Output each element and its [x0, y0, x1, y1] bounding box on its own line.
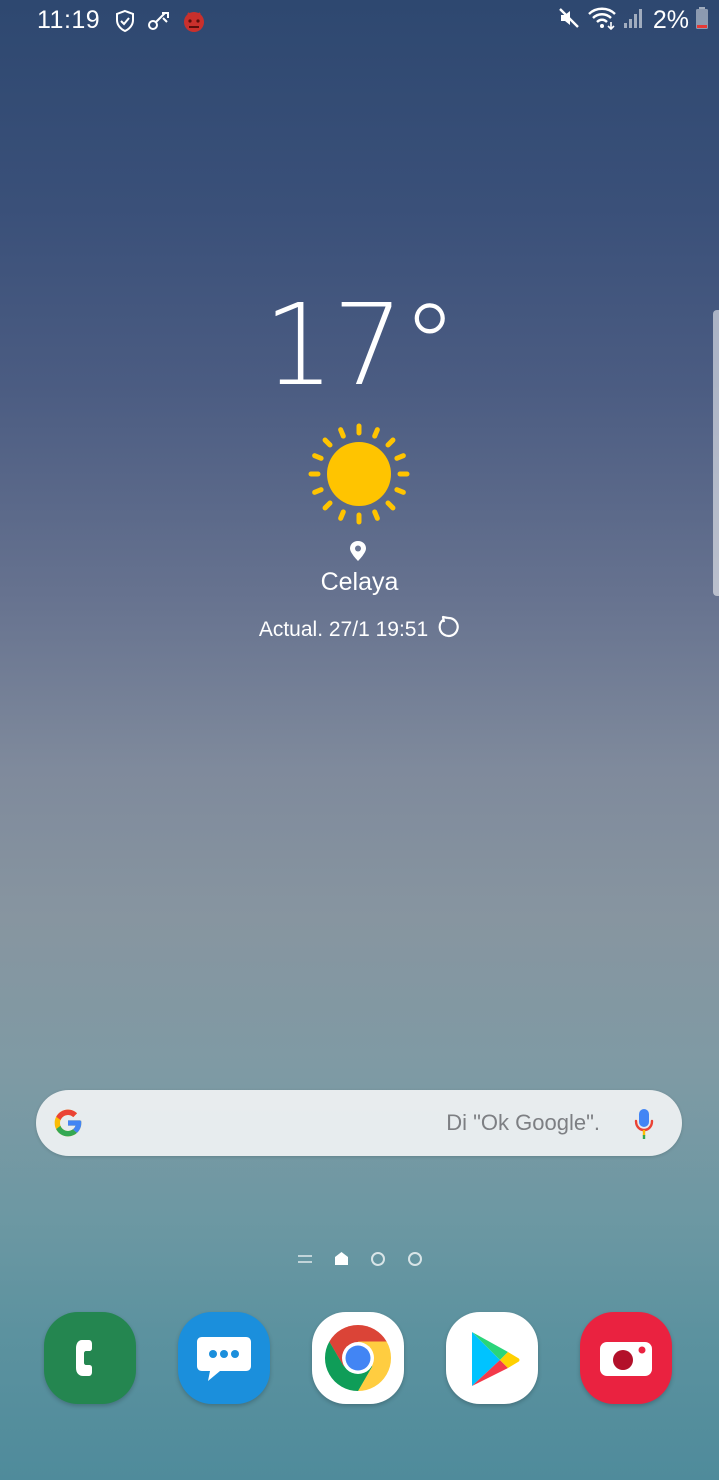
status-notification-icons — [114, 9, 206, 38]
microphone-icon[interactable] — [633, 1108, 655, 1140]
page-indicator-lines-icon[interactable] — [298, 1253, 312, 1265]
sun-ray — [372, 509, 380, 521]
sun-ray — [322, 437, 333, 448]
signal-icon — [623, 7, 643, 34]
sun-ray — [394, 453, 406, 461]
sun-ray — [338, 509, 346, 521]
edge-panel-handle[interactable] — [713, 310, 719, 596]
play-store-app-icon[interactable] — [446, 1312, 538, 1404]
sun-ray — [322, 500, 333, 511]
sun-ray — [312, 487, 324, 495]
wifi-icon — [587, 6, 617, 35]
page-indicator-home-icon[interactable] — [334, 1251, 349, 1266]
messages-app-icon[interactable] — [178, 1312, 270, 1404]
status-system-icons: 2% — [557, 6, 709, 35]
sun-ray — [312, 453, 324, 461]
search-hint: Di "Ok Google". — [446, 1110, 600, 1135]
page-indicator-dot[interactable] — [408, 1252, 422, 1266]
location-name: Celaya — [320, 568, 399, 596]
sun-ray — [372, 427, 380, 439]
updated-row: Actual. 27/1 19:51 — [0, 615, 719, 644]
updated-time: Actual. 27/1 19:51 — [258, 617, 429, 641]
page-indicator — [0, 1249, 719, 1269]
shield-icon — [114, 9, 136, 38]
sun-ray — [385, 500, 396, 511]
app-notification-icon — [182, 9, 206, 38]
phone-app-icon[interactable] — [44, 1312, 136, 1404]
vpn-key-icon — [146, 9, 172, 38]
sun-ray — [385, 437, 396, 448]
page-indicator-dot[interactable] — [371, 1252, 385, 1266]
refresh-icon[interactable] — [436, 615, 460, 644]
sun-ray — [338, 427, 346, 439]
mute-icon — [557, 6, 581, 35]
battery-low-icon — [695, 6, 709, 35]
status-time: 11:19 — [37, 6, 101, 34]
google-search-bar[interactable]: Di "Ok Google". — [36, 1090, 682, 1156]
google-logo-icon — [54, 1109, 82, 1137]
location-pin-icon — [350, 541, 366, 561]
sun-ray — [394, 487, 406, 495]
sun-icon — [308, 423, 410, 525]
battery-percent: 2% — [652, 6, 689, 34]
temperature: 17° — [263, 281, 458, 411]
camera-app-icon[interactable] — [580, 1312, 672, 1404]
chrome-app-icon[interactable] — [312, 1312, 404, 1404]
status-bar[interactable]: 11:19 2% — [0, 0, 719, 44]
app-dock — [0, 1312, 719, 1404]
